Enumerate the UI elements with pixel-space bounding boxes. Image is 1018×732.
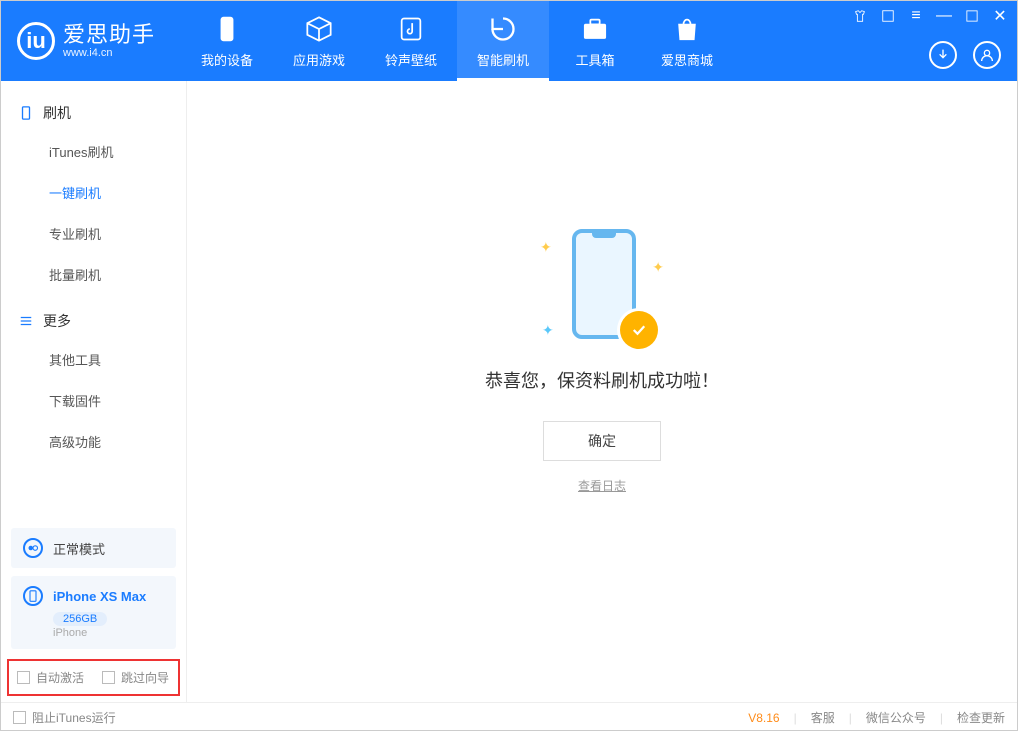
header: iu 爱思助手 www.i4.cn 我的设备 应用游戏 铃声壁纸 智能刷机 工具… xyxy=(1,1,1017,81)
menu-icon[interactable]: ≡ xyxy=(907,7,925,25)
main-panel: ✦ ✦ ✦ 恭喜您，保资料刷机成功啦！ 确定 查看日志 xyxy=(187,81,1017,702)
sidebar-item-batch-flash[interactable]: 批量刷机 xyxy=(1,254,186,295)
user-button[interactable] xyxy=(973,41,1001,69)
check-badge-icon xyxy=(620,311,658,349)
nav-label: 应用游戏 xyxy=(293,50,345,69)
checkbox-label: 自动激活 xyxy=(36,669,84,686)
mode-label: 正常模式 xyxy=(53,539,105,558)
footer: 阻止iTunes运行 V8.16 | 客服 | 微信公众号 | 检查更新 xyxy=(1,702,1017,732)
checkbox-icon xyxy=(13,711,26,724)
phone-outline-icon xyxy=(19,106,33,120)
list-icon xyxy=(19,314,33,328)
body: 刷机 iTunes刷机 一键刷机 专业刷机 批量刷机 更多 其他工具 下载固件 … xyxy=(1,81,1017,702)
success-message: 恭喜您，保资料刷机成功啦！ xyxy=(485,367,719,393)
sidebar-item-onekey-flash[interactable]: 一键刷机 xyxy=(1,172,186,213)
footer-link-wechat[interactable]: 微信公众号 xyxy=(866,709,926,726)
device-storage: 256GB xyxy=(53,612,107,626)
refresh-icon xyxy=(488,14,518,44)
app-subtitle: www.i4.cn xyxy=(63,47,155,59)
success-illustration: ✦ ✦ ✦ xyxy=(532,229,672,349)
nav-label: 工具箱 xyxy=(575,50,614,69)
nav-ringtones[interactable]: 铃声壁纸 xyxy=(365,1,457,81)
spark-icon: ✦ xyxy=(540,239,552,256)
cube-icon xyxy=(304,14,334,44)
close-button[interactable]: ✕ xyxy=(991,7,1009,25)
skip-guide-checkbox[interactable]: 跳过向导 xyxy=(102,669,169,686)
mode-card[interactable]: 正常模式 xyxy=(11,528,176,568)
block-itunes-checkbox[interactable]: 阻止iTunes运行 xyxy=(13,709,116,726)
nav-store[interactable]: 爱思商城 xyxy=(641,1,733,81)
feedback-icon[interactable] xyxy=(879,7,897,25)
sidebar-item-itunes-flash[interactable]: iTunes刷机 xyxy=(1,131,186,172)
sidebar-group-title: 刷机 xyxy=(43,103,71,123)
nav-toolbox[interactable]: 工具箱 xyxy=(549,1,641,81)
ok-button[interactable]: 确定 xyxy=(543,421,661,461)
sidebar: 刷机 iTunes刷机 一键刷机 专业刷机 批量刷机 更多 其他工具 下载固件 … xyxy=(1,81,187,702)
auto-activate-checkbox[interactable]: 自动激活 xyxy=(17,669,84,686)
sidebar-item-pro-flash[interactable]: 专业刷机 xyxy=(1,213,186,254)
spark-icon: ✦ xyxy=(652,259,664,276)
options-highlight-box: 自动激活 跳过向导 xyxy=(7,659,180,696)
nav-label: 智能刷机 xyxy=(477,50,529,69)
nav-label: 爱思商城 xyxy=(661,50,713,69)
nav-smart-flash[interactable]: 智能刷机 xyxy=(457,1,549,81)
checkbox-icon xyxy=(17,671,30,684)
logo-area: iu 爱思助手 www.i4.cn xyxy=(1,22,181,60)
header-right-icons xyxy=(929,41,1001,69)
checkbox-label: 阻止iTunes运行 xyxy=(32,709,116,726)
nav-apps-games[interactable]: 应用游戏 xyxy=(273,1,365,81)
spark-icon: ✦ xyxy=(542,322,554,339)
device-type: iPhone xyxy=(23,627,87,639)
sidebar-group-title: 更多 xyxy=(43,311,71,331)
device-name: iPhone XS Max xyxy=(53,589,146,604)
bag-icon xyxy=(672,14,702,44)
nav: 我的设备 应用游戏 铃声壁纸 智能刷机 工具箱 爱思商城 xyxy=(181,1,733,81)
version-label: V8.16 xyxy=(748,711,779,725)
phone-icon xyxy=(212,14,242,44)
nav-label: 铃声壁纸 xyxy=(385,50,437,69)
checkbox-label: 跳过向导 xyxy=(121,669,169,686)
tshirt-icon[interactable] xyxy=(851,7,869,25)
mode-icon xyxy=(23,538,43,558)
view-log-link[interactable]: 查看日志 xyxy=(578,477,626,494)
nav-my-device[interactable]: 我的设备 xyxy=(181,1,273,81)
sidebar-group-flash: 刷机 xyxy=(1,95,186,131)
download-button[interactable] xyxy=(929,41,957,69)
music-icon xyxy=(396,14,426,44)
sidebar-group-more: 更多 xyxy=(1,303,186,339)
footer-link-update[interactable]: 检查更新 xyxy=(957,709,1005,726)
app-title: 爱思助手 xyxy=(63,23,155,47)
sidebar-item-other-tools[interactable]: 其他工具 xyxy=(1,339,186,380)
footer-link-support[interactable]: 客服 xyxy=(811,709,835,726)
device-icon xyxy=(23,586,43,606)
nav-label: 我的设备 xyxy=(201,50,253,69)
sidebar-item-download-firmware[interactable]: 下载固件 xyxy=(1,380,186,421)
window-controls: ≡ — ✕ xyxy=(851,7,1009,25)
minimize-button[interactable]: — xyxy=(935,7,953,25)
maximize-button[interactable] xyxy=(963,7,981,25)
device-card[interactable]: iPhone XS Max 256GB iPhone xyxy=(11,576,176,649)
sidebar-item-advanced[interactable]: 高级功能 xyxy=(1,421,186,462)
checkbox-icon xyxy=(102,671,115,684)
logo-icon: iu xyxy=(17,22,55,60)
toolbox-icon xyxy=(580,14,610,44)
